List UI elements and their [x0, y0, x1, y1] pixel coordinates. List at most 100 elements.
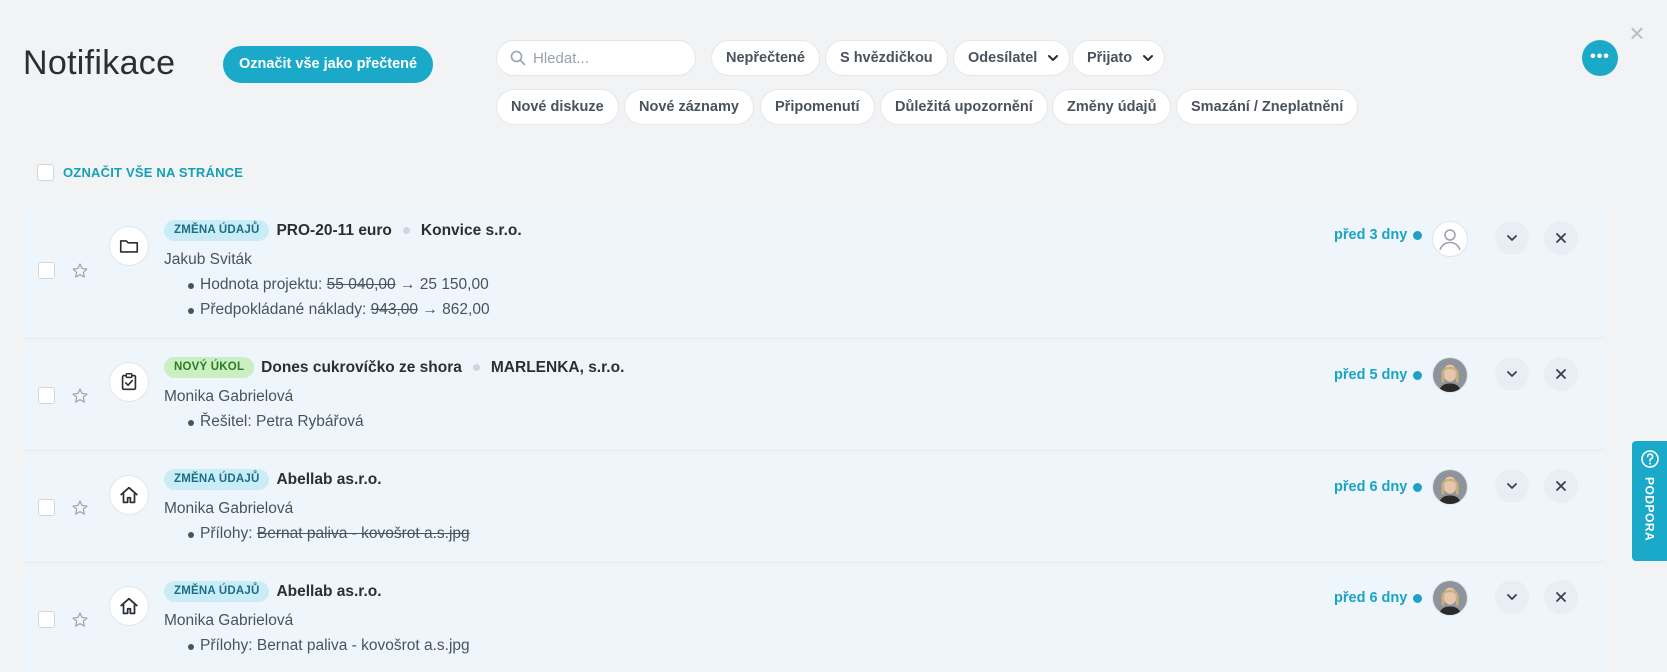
notification-headline: ZMĚNA ÚDAJŮ PRO-20-11 euro Konvice s.r.o… [164, 220, 522, 241]
expand-button[interactable] [1495, 357, 1529, 391]
filter-starred[interactable]: S hvězdičkou [825, 40, 948, 76]
filter-new-records[interactable]: Nové záznamy [624, 89, 754, 125]
expand-button[interactable] [1495, 580, 1529, 614]
support-label: PODPORA [1642, 477, 1657, 542]
notification-subject[interactable]: Dones cukrovíčko ze shora [261, 359, 462, 377]
chevron-down-icon [1507, 371, 1517, 377]
old-value: 55 040,00 [326, 276, 396, 293]
support-tab[interactable]: PODPORA [1632, 441, 1667, 561]
separator-dot [472, 364, 480, 371]
dismiss-button[interactable] [1544, 580, 1578, 614]
notification-item[interactable]: ZMĚNA ÚDAJŮ Abellab as.r.o. Monika Gabri… [23, 454, 1604, 562]
expand-button[interactable] [1495, 469, 1529, 503]
filter-deletions[interactable]: Smazání / Zneplatnění [1176, 89, 1359, 125]
chevron-down-icon [1143, 55, 1154, 62]
notification-time: před 5 dny [1334, 367, 1422, 383]
notification-author: Monika Gabrielová [164, 388, 294, 405]
star-icon[interactable] [71, 611, 89, 629]
dismiss-button[interactable] [1544, 469, 1578, 503]
star-icon[interactable] [71, 499, 89, 517]
search-input[interactable]: Hledat... [496, 40, 696, 76]
change-detail-line: Hodnota projektu: 55 040,00 → 25 150,00 [188, 276, 489, 294]
new-value: 25 150,00 [419, 276, 489, 293]
avatar [1432, 357, 1468, 393]
status-badge: ZMĚNA ÚDAJŮ [164, 220, 270, 241]
search-icon [510, 50, 526, 66]
notification-company[interactable]: Konvice s.r.o. [421, 222, 522, 240]
notification-checkbox[interactable] [38, 499, 55, 516]
arrow: → [418, 301, 443, 318]
select-all-on-page[interactable]: OZNAČIT VŠE NA STRÁNCE [37, 164, 243, 181]
user-placeholder-icon [1439, 229, 1461, 251]
change-label: Hodnota projektu: [200, 276, 327, 293]
notification-checkbox[interactable] [38, 387, 55, 404]
notification-checkbox[interactable] [38, 262, 55, 279]
notification-company[interactable]: MARLENKA, s.r.o. [491, 359, 624, 377]
avatar [1432, 580, 1468, 616]
home-icon [109, 475, 149, 515]
folder-icon [109, 226, 149, 266]
attachment-line: Přílohy: Bernat paliva - kovošrot a.s.jp… [188, 637, 470, 654]
select-all-label: OZNAČIT VŠE NA STRÁNCE [63, 165, 244, 180]
close-icon [1556, 233, 1566, 243]
page-title: Notifikace [23, 44, 176, 82]
notification-time: před 3 dny [1334, 227, 1422, 243]
filter-unread[interactable]: Nepřečtené [711, 40, 820, 76]
filter-new-discussions[interactable]: Nové diskuze [496, 89, 619, 125]
chevron-down-icon [1507, 594, 1517, 600]
notification-item[interactable]: NOVÝ ÚKOL Dones cukrovíčko ze shora MARL… [23, 342, 1604, 450]
notifications-panel: × Notifikace Označit vše jako přečtené H… [0, 0, 1667, 672]
mark-all-read-button[interactable]: Označit vše jako přečtené [223, 46, 434, 83]
detail-line: Řešitel: Petra Rybářová [188, 413, 364, 430]
notification-subject[interactable]: Abellab as.r.o. [276, 583, 381, 601]
chevron-down-icon [1507, 235, 1517, 241]
old-value: 943,00 [370, 301, 419, 318]
dismiss-button[interactable] [1544, 357, 1578, 391]
filter-reminders[interactable]: Připomenutí [760, 89, 875, 125]
star-icon[interactable] [71, 262, 89, 280]
dismiss-button[interactable] [1544, 221, 1578, 255]
arrow: → [395, 276, 420, 293]
attachment-line: Přílohy: Bernat paliva - kovošrot a.s.jp… [188, 525, 470, 543]
close-icon [1556, 592, 1566, 602]
status-badge: ZMĚNA ÚDAJŮ [164, 469, 270, 490]
help-icon [1640, 450, 1659, 468]
notification-item[interactable]: ZMĚNA ÚDAJŮ Abellab as.r.o. Monika Gabri… [23, 566, 1604, 672]
notification-headline: NOVÝ ÚKOL Dones cukrovíčko ze shora MARL… [164, 357, 624, 378]
home-icon [109, 586, 149, 626]
notification-subject[interactable]: PRO-20-11 euro [276, 222, 391, 240]
expand-button[interactable] [1495, 221, 1529, 255]
notification-author: Jakub Sviták [164, 251, 252, 268]
separator-dot [402, 227, 410, 234]
notification-author: Monika Gabrielová [164, 612, 294, 629]
avatar [1432, 221, 1468, 257]
change-detail-line: Předpokládané náklady: 943,00 → 862,00 [188, 301, 490, 319]
close-icon [1556, 481, 1566, 491]
notification-item[interactable]: ZMĚNA ÚDAJŮ PRO-20-11 euro Konvice s.r.o… [23, 205, 1604, 338]
notification-headline: ZMĚNA ÚDAJŮ Abellab as.r.o. [164, 469, 382, 490]
new-value: 862,00 [442, 301, 490, 318]
filter-received-dropdown[interactable]: Přijato [1072, 40, 1166, 76]
notification-time: před 6 dny [1334, 590, 1422, 606]
avatar [1432, 469, 1468, 505]
filter-data-changes[interactable]: Změny údajů [1052, 89, 1172, 125]
status-badge: NOVÝ ÚKOL [164, 357, 255, 378]
star-icon[interactable] [71, 387, 89, 405]
close-icon [1556, 369, 1566, 379]
user-photo [1433, 358, 1467, 392]
notification-checkbox[interactable] [38, 611, 55, 628]
notification-time: před 6 dny [1334, 479, 1422, 495]
more-options-button[interactable]: ••• [1582, 40, 1618, 76]
filter-received-label: Přijato [1087, 50, 1133, 66]
notification-author: Monika Gabrielová [164, 500, 294, 517]
notification-headline: ZMĚNA ÚDAJŮ Abellab as.r.o. [164, 581, 382, 602]
notification-subject[interactable]: Abellab as.r.o. [276, 471, 381, 489]
task-check-icon [109, 362, 149, 402]
filter-important[interactable]: Důležitá upozornění [880, 89, 1048, 125]
status-badge: ZMĚNA ÚDAJŮ [164, 581, 270, 602]
user-photo [1433, 470, 1467, 504]
select-all-checkbox[interactable] [37, 164, 54, 181]
filter-sender-dropdown[interactable]: Odesílatel [953, 40, 1071, 76]
close-icon[interactable]: × [1626, 20, 1648, 46]
change-label: Přílohy: [200, 525, 257, 542]
